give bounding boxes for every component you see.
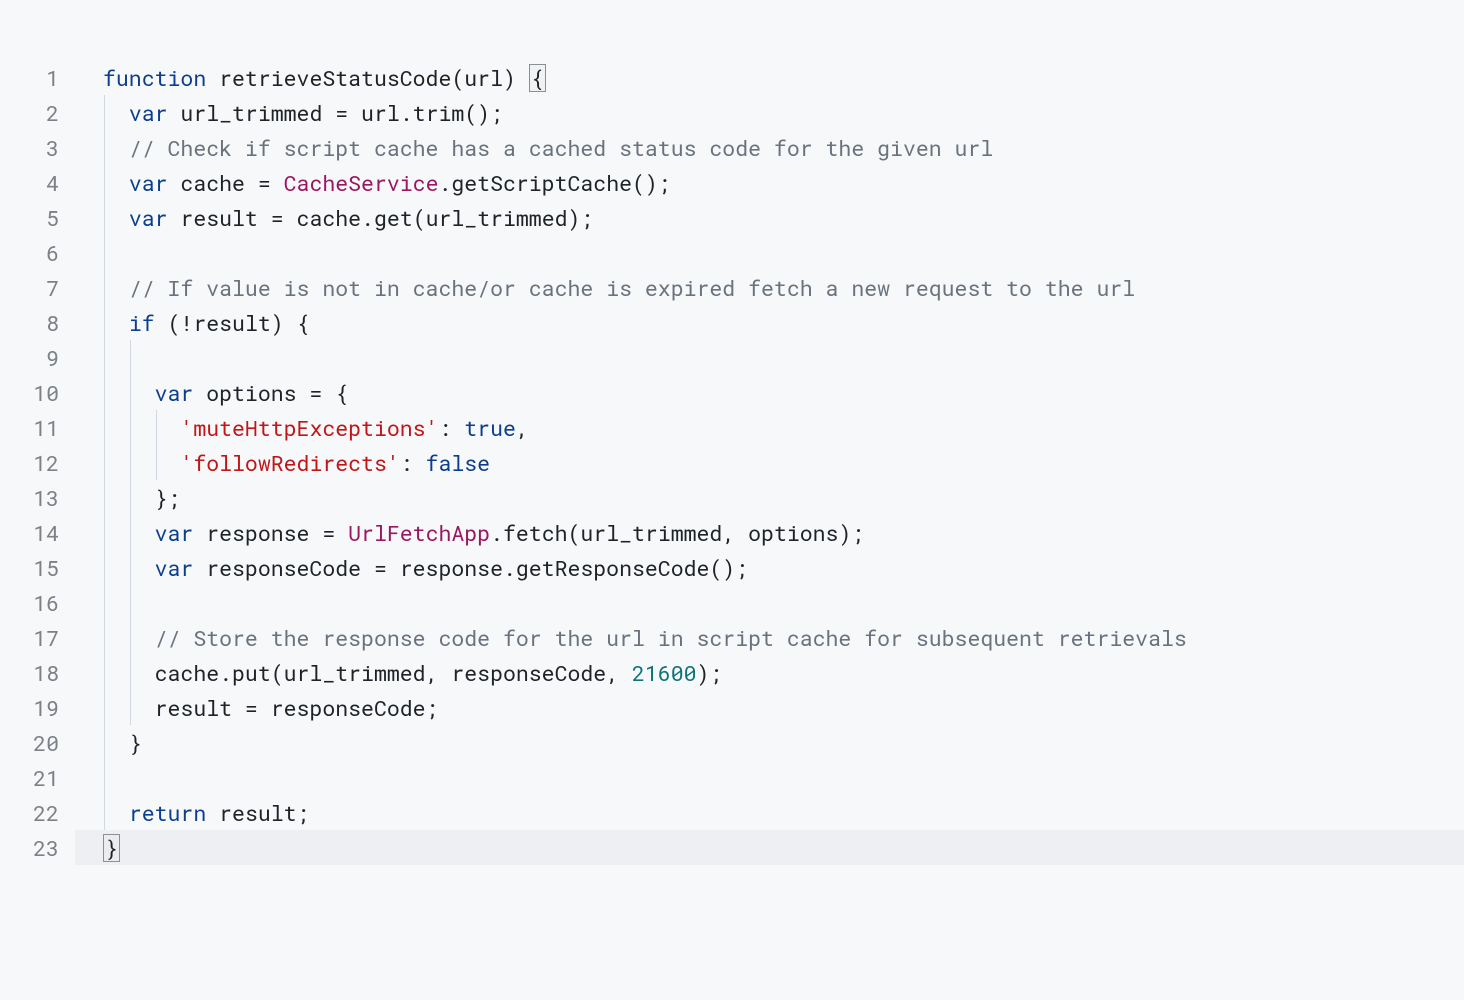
code-line[interactable]: // Check if script cache has a cached st… <box>103 130 1454 165</box>
code-text: var url_trimmed = url.trim(); <box>103 98 503 127</box>
code-line[interactable] <box>103 760 1454 795</box>
code-text: result = responseCode; <box>103 693 438 722</box>
line-number: 16 <box>22 585 59 620</box>
line-number: 12 <box>22 445 59 480</box>
code-text: // Store the response code for the url i… <box>103 623 1187 652</box>
code-line[interactable]: var cache = CacheService.getScriptCache(… <box>103 165 1454 200</box>
line-number: 8 <box>22 305 59 340</box>
line-number: 10 <box>22 375 59 410</box>
code-line[interactable]: cache.put(url_trimmed, responseCode, 216… <box>103 655 1454 690</box>
code-line[interactable]: var url_trimmed = url.trim(); <box>103 95 1454 130</box>
code-editor[interactable]: 1234567891011121314151617181920212223 fu… <box>10 10 1454 865</box>
code-line[interactable]: if (!result) { <box>103 305 1454 340</box>
code-line[interactable]: var response = UrlFetchApp.fetch(url_tri… <box>103 515 1454 550</box>
code-line[interactable]: var result = cache.get(url_trimmed); <box>103 200 1454 235</box>
code-text: // Check if script cache has a cached st… <box>103 133 993 162</box>
code-text: // If value is not in cache/or cache is … <box>103 273 1135 302</box>
code-line[interactable]: result = responseCode; <box>103 690 1454 725</box>
code-line[interactable]: // If value is not in cache/or cache is … <box>103 270 1454 305</box>
code-line[interactable]: }; <box>103 480 1454 515</box>
line-number-gutter: 1234567891011121314151617181920212223 <box>10 10 75 865</box>
line-number: 4 <box>22 165 59 200</box>
code-line[interactable]: } <box>75 830 1464 865</box>
code-line[interactable]: 'muteHttpExceptions': true, <box>103 410 1454 445</box>
code-text: var cache = CacheService.getScriptCache(… <box>103 168 671 197</box>
line-number: 5 <box>22 200 59 235</box>
line-number: 14 <box>22 515 59 550</box>
line-number: 1 <box>22 60 59 95</box>
code-text: var responseCode = response.getResponseC… <box>103 553 748 582</box>
code-text: cache.put(url_trimmed, responseCode, 216… <box>103 658 722 687</box>
line-number: 11 <box>22 410 59 445</box>
code-line[interactable] <box>103 340 1454 375</box>
code-text: if (!result) { <box>103 308 309 337</box>
code-text: return result; <box>103 798 309 827</box>
code-text: 'muteHttpExceptions': true, <box>103 413 529 442</box>
code-text: } <box>103 728 142 757</box>
line-number: 6 <box>22 235 59 270</box>
code-text: function retrieveStatusCode(url) { <box>103 63 546 92</box>
line-number: 19 <box>22 690 59 725</box>
code-text: var response = UrlFetchApp.fetch(url_tri… <box>103 518 864 547</box>
code-text: var result = cache.get(url_trimmed); <box>103 203 593 232</box>
code-line[interactable]: 'followRedirects': false <box>103 445 1454 480</box>
line-number: 20 <box>22 725 59 760</box>
code-line[interactable]: var responseCode = response.getResponseC… <box>103 550 1454 585</box>
code-line[interactable]: // Store the response code for the url i… <box>103 620 1454 655</box>
code-line[interactable] <box>103 585 1454 620</box>
line-number: 9 <box>22 340 59 375</box>
code-text: } <box>103 833 120 862</box>
code-area[interactable]: function retrieveStatusCode(url) { var u… <box>75 10 1454 865</box>
code-text: }; <box>103 483 180 512</box>
code-line[interactable]: function retrieveStatusCode(url) { <box>103 60 1454 95</box>
line-number: 13 <box>22 480 59 515</box>
line-number: 17 <box>22 620 59 655</box>
line-number: 22 <box>22 795 59 830</box>
line-number: 7 <box>22 270 59 305</box>
code-line[interactable]: return result; <box>103 795 1454 830</box>
code-line[interactable] <box>103 235 1454 270</box>
code-text: var options = { <box>103 378 348 407</box>
line-number: 21 <box>22 760 59 795</box>
line-number: 3 <box>22 130 59 165</box>
line-number: 2 <box>22 95 59 130</box>
code-line[interactable]: var options = { <box>103 375 1454 410</box>
code-line[interactable]: } <box>103 725 1454 760</box>
line-number: 18 <box>22 655 59 690</box>
code-text: 'followRedirects': false <box>103 448 490 477</box>
line-number: 15 <box>22 550 59 585</box>
line-number: 23 <box>22 830 59 865</box>
